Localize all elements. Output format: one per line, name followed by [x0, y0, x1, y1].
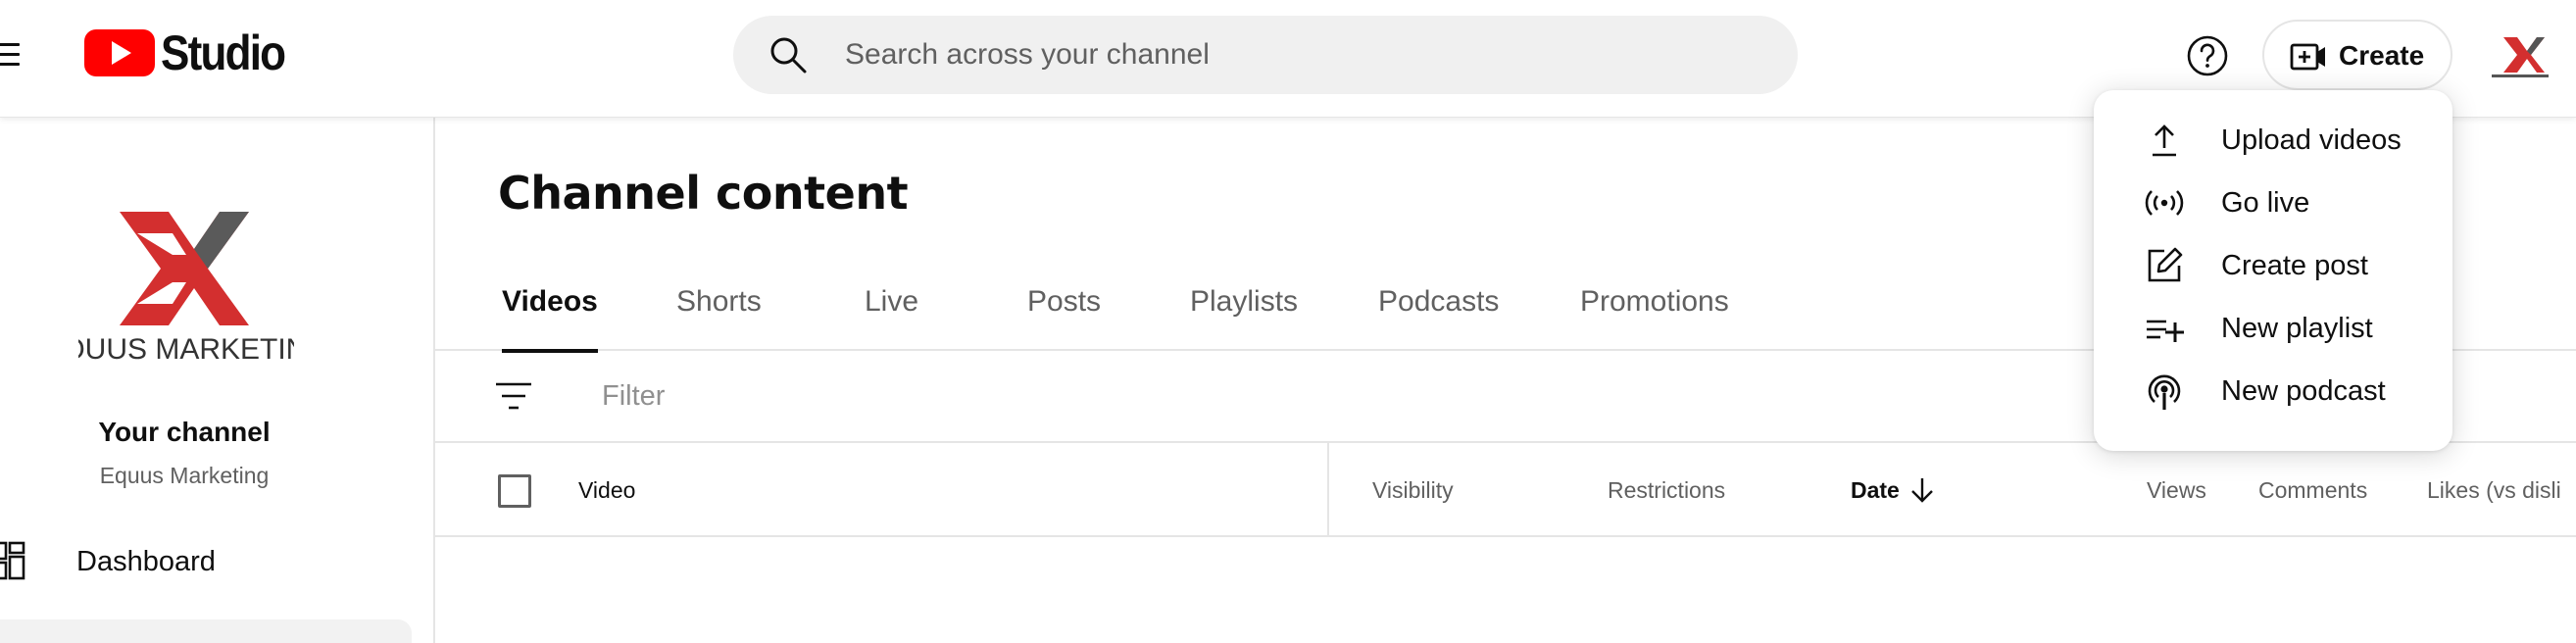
playlist-add-icon [2147, 320, 2184, 342]
sidebar-item-content[interactable] [0, 619, 412, 643]
tab-promotions[interactable]: Promotions [1580, 263, 1729, 351]
table-header: Video Visibility Restrictions Date Views… [435, 443, 2576, 537]
sidebar-item-dashboard[interactable]: Dashboard [0, 533, 412, 592]
account-avatar[interactable] [2488, 27, 2552, 82]
page-title: Channel content [498, 167, 909, 220]
menu-item-label: New podcast [2221, 375, 2386, 407]
search-bar [733, 16, 1798, 94]
menu-item-label: Create post [2221, 250, 2368, 281]
menu-item-label: New playlist [2221, 313, 2373, 344]
studio-logo[interactable]: Studio [84, 25, 302, 80]
sidebar: EQUUS MARKETING Your channel Equus Marke… [0, 118, 435, 643]
arrow-down-icon[interactable] [1909, 476, 1935, 504]
search-icon[interactable] [768, 35, 808, 74]
tab-live[interactable]: Live [865, 263, 918, 351]
upload-icon [2153, 124, 2176, 157]
podcast-icon [2148, 374, 2181, 410]
menu-item-new-podcast[interactable]: New podcast [2094, 360, 2452, 422]
dashboard-icon [0, 541, 25, 580]
tab-posts[interactable]: Posts [1027, 263, 1101, 351]
app-name: Studio [161, 25, 286, 80]
create-button[interactable]: Create [2262, 20, 2452, 90]
select-all-checkbox[interactable] [498, 474, 531, 508]
menu-item-label: Upload videos [2221, 124, 2402, 156]
search-input[interactable] [845, 16, 1766, 94]
tab-shorts[interactable]: Shorts [676, 263, 762, 351]
channel-handle: Equus Marketing [99, 463, 270, 488]
tab-playlists[interactable]: Playlists [1190, 263, 1298, 351]
column-header-restrictions: Restrictions [1608, 477, 1726, 503]
sidebar-item-label: Dashboard [76, 546, 216, 577]
column-header-video: Video [578, 477, 636, 503]
create-video-icon [2290, 43, 2325, 71]
help-icon[interactable] [2186, 34, 2229, 77]
column-header-comments[interactable]: Comments [2258, 443, 2367, 537]
channel-logo[interactable]: EQUUS MARKETING [78, 204, 294, 361]
channel-name[interactable]: Your channel [0, 417, 369, 448]
column-header-views[interactable]: Views [2147, 443, 2206, 537]
create-menu: Upload videos Go live Create post New pl… [2094, 90, 2452, 451]
menu-item-create-post[interactable]: Create post [2094, 234, 2452, 297]
channel-logo-text: EQUUS MARKETING [78, 333, 294, 361]
tab-videos[interactable]: Videos [502, 263, 598, 353]
column-header-date[interactable]: Date [1851, 443, 1900, 537]
filter-input[interactable] [602, 365, 1386, 427]
live-broadcast-icon [2145, 190, 2184, 216]
menu-item-go-live[interactable]: Go live [2094, 172, 2452, 234]
edit-post-icon [2148, 247, 2183, 282]
menu-item-new-playlist[interactable]: New playlist [2094, 297, 2452, 360]
column-header-visibility: Visibility [1372, 477, 1454, 503]
column-header-likes[interactable]: Likes (vs disli [2427, 443, 2561, 537]
filter-icon[interactable] [494, 380, 533, 412]
youtube-logo-icon [84, 29, 155, 76]
hamburger-menu-icon[interactable] [0, 35, 33, 74]
column-divider [1327, 443, 1329, 535]
create-button-label: Create [2339, 40, 2425, 71]
tab-podcasts[interactable]: Podcasts [1378, 263, 1499, 351]
menu-item-upload-videos[interactable]: Upload videos [2094, 109, 2452, 172]
menu-item-label: Go live [2221, 187, 2310, 219]
